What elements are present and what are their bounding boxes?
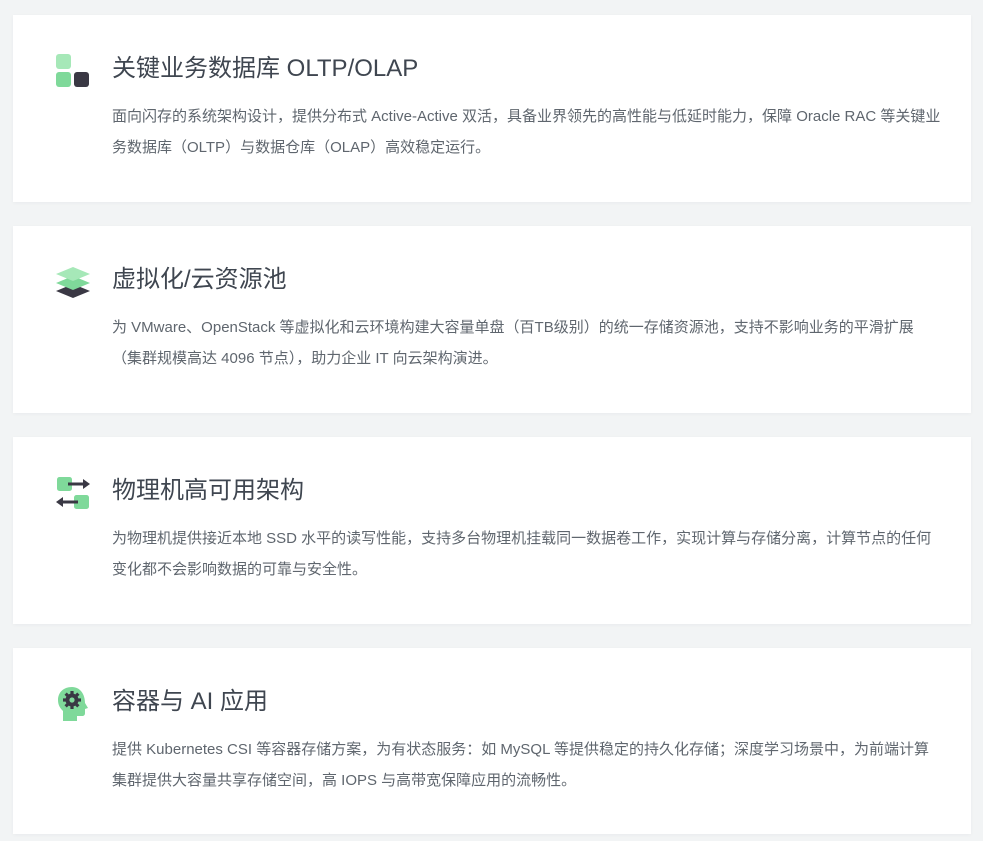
card-title: 虚拟化/云资源池	[112, 266, 287, 293]
layers-stack-icon	[55, 264, 91, 300]
swap-arrows-icon	[55, 475, 91, 511]
card-title: 物理机高可用架构	[112, 477, 304, 504]
scenario-card-virtualization: 虚拟化/云资源池 为 VMware、OpenStack 等虚拟化和云环境构建大容…	[13, 226, 971, 413]
card-description: 为 VMware、OpenStack 等虚拟化和云环境构建大容量单盘（百TB级别…	[112, 319, 914, 367]
card-title: 关键业务数据库 OLTP/OLAP	[112, 55, 419, 82]
scenario-card-physical-ha: 物理机高可用架构 为物理机提供接近本地 SSD 水平的读写性能，支持多台物理机挂…	[13, 437, 971, 624]
database-blocks-icon	[55, 53, 91, 89]
card-description: 提供 Kubernetes CSI 等容器存储方案，为有状态服务：如 MySQL…	[112, 741, 930, 789]
card-description: 为物理机提供接近本地 SSD 水平的读写性能，支持多台物理机挂载同一数据卷工作，…	[112, 530, 932, 578]
card-description: 面向闪存的系统架构设计，提供分布式 Active-Active 双活，具备业界领…	[112, 108, 941, 156]
ai-head-gear-icon	[55, 686, 91, 722]
scenario-card-list: 关键业务数据库 OLTP/OLAP 面向闪存的系统架构设计，提供分布式 Acti…	[0, 0, 983, 841]
scenario-card-container-ai: 容器与 AI 应用 提供 Kubernetes CSI 等容器存储方案，为有状态…	[13, 648, 971, 834]
scenario-card-database: 关键业务数据库 OLTP/OLAP 面向闪存的系统架构设计，提供分布式 Acti…	[13, 15, 971, 202]
card-title: 容器与 AI 应用	[112, 688, 269, 715]
